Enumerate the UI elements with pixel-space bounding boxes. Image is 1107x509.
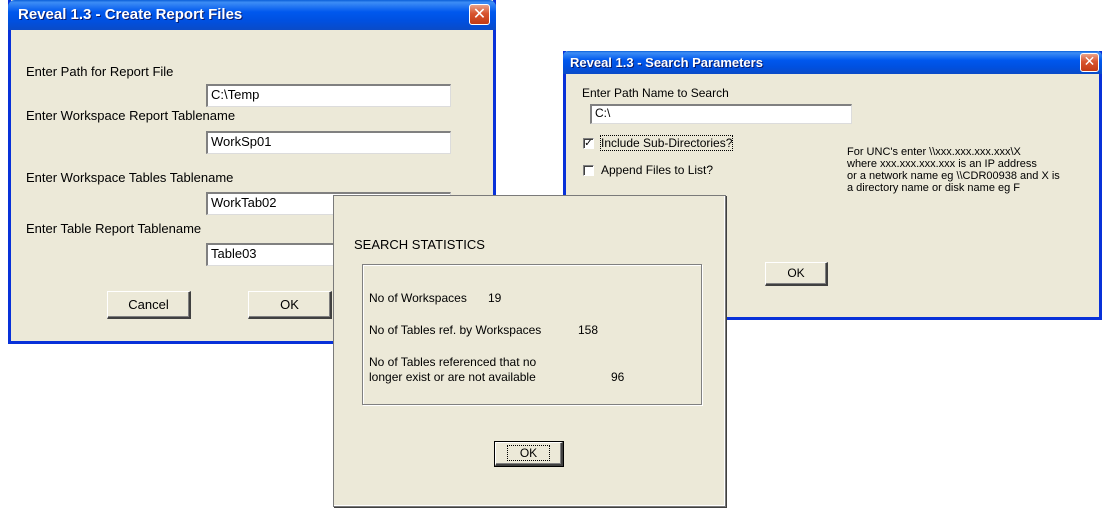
workspaces-count-label: No of Workspaces — [369, 291, 467, 305]
include-subdirs-label[interactable]: Include Sub-Directories? — [599, 135, 734, 151]
append-files-checkbox[interactable] — [583, 165, 594, 176]
unc-help-line: For UNC's enter \\xxx.xxx.xxx.xxx\X — [847, 146, 1021, 158]
search-stats-groupbox: No of Workspaces 19 No of Tables ref. by… — [362, 264, 702, 405]
search-stats-ok-button[interactable]: OK — [494, 441, 564, 467]
include-subdirs-checkbox[interactable]: ✓ — [583, 138, 594, 149]
workspace-tables-label: Enter Workspace Tables Tablename — [26, 170, 234, 185]
create-report-ok-button[interactable]: OK — [248, 291, 332, 319]
report-path-label: Enter Path for Report File — [26, 64, 174, 79]
workspaces-count-value: 19 — [488, 291, 502, 305]
close-icon[interactable]: ✕ — [469, 4, 490, 25]
cancel-button[interactable]: Cancel — [107, 291, 191, 319]
unc-help-line: a directory name or disk name eg F — [847, 182, 1021, 194]
missing-tables-label: longer exist or are not available — [369, 370, 536, 384]
search-stats-heading: SEARCH STATISTICS — [354, 237, 485, 252]
unc-help-line: or a network name eg \\CDR00938 and X is — [847, 170, 1060, 182]
search-path-input[interactable]: C:\ — [590, 104, 852, 124]
missing-tables-value: 96 — [611, 370, 625, 384]
tables-count-label: No of Tables ref. by Workspaces — [369, 323, 542, 337]
table-report-label: Enter Table Report Tablename — [26, 221, 202, 236]
tables-count-value: 158 — [578, 323, 599, 337]
search-path-label: Enter Path Name to Search — [582, 86, 729, 100]
workspace-report-input[interactable]: WorkSp01 — [206, 131, 451, 154]
missing-tables-label: No of Tables referenced that no — [369, 355, 537, 369]
close-icon[interactable]: ✕ — [1080, 53, 1099, 72]
append-files-label: Append Files to List? — [601, 163, 714, 177]
unc-help-line: where xxx.xxx.xxx.xxx is an IP address — [847, 158, 1037, 170]
search-params-title: Reveal 1.3 - Search Parameters — [570, 55, 763, 70]
create-report-title: Reveal 1.3 - Create Report Files — [18, 6, 243, 23]
search-stats-ok-label: OK — [506, 445, 551, 461]
workspace-report-label: Enter Workspace Report Tablename — [26, 108, 236, 123]
search-params-titlebar[interactable]: Reveal 1.3 - Search Parameters ✕ — [563, 51, 1102, 74]
search-stats-window: SEARCH STATISTICS No of Workspaces 19 No… — [333, 195, 726, 507]
search-params-ok-button[interactable]: OK — [765, 262, 828, 286]
create-report-titlebar[interactable]: Reveal 1.3 - Create Report Files ✕ — [8, 0, 496, 30]
unc-help-text: For UNC's enter \\xxx.xxx.xxx.xxx\X wher… — [847, 146, 1060, 194]
report-path-input[interactable]: C:\Temp — [206, 84, 451, 107]
